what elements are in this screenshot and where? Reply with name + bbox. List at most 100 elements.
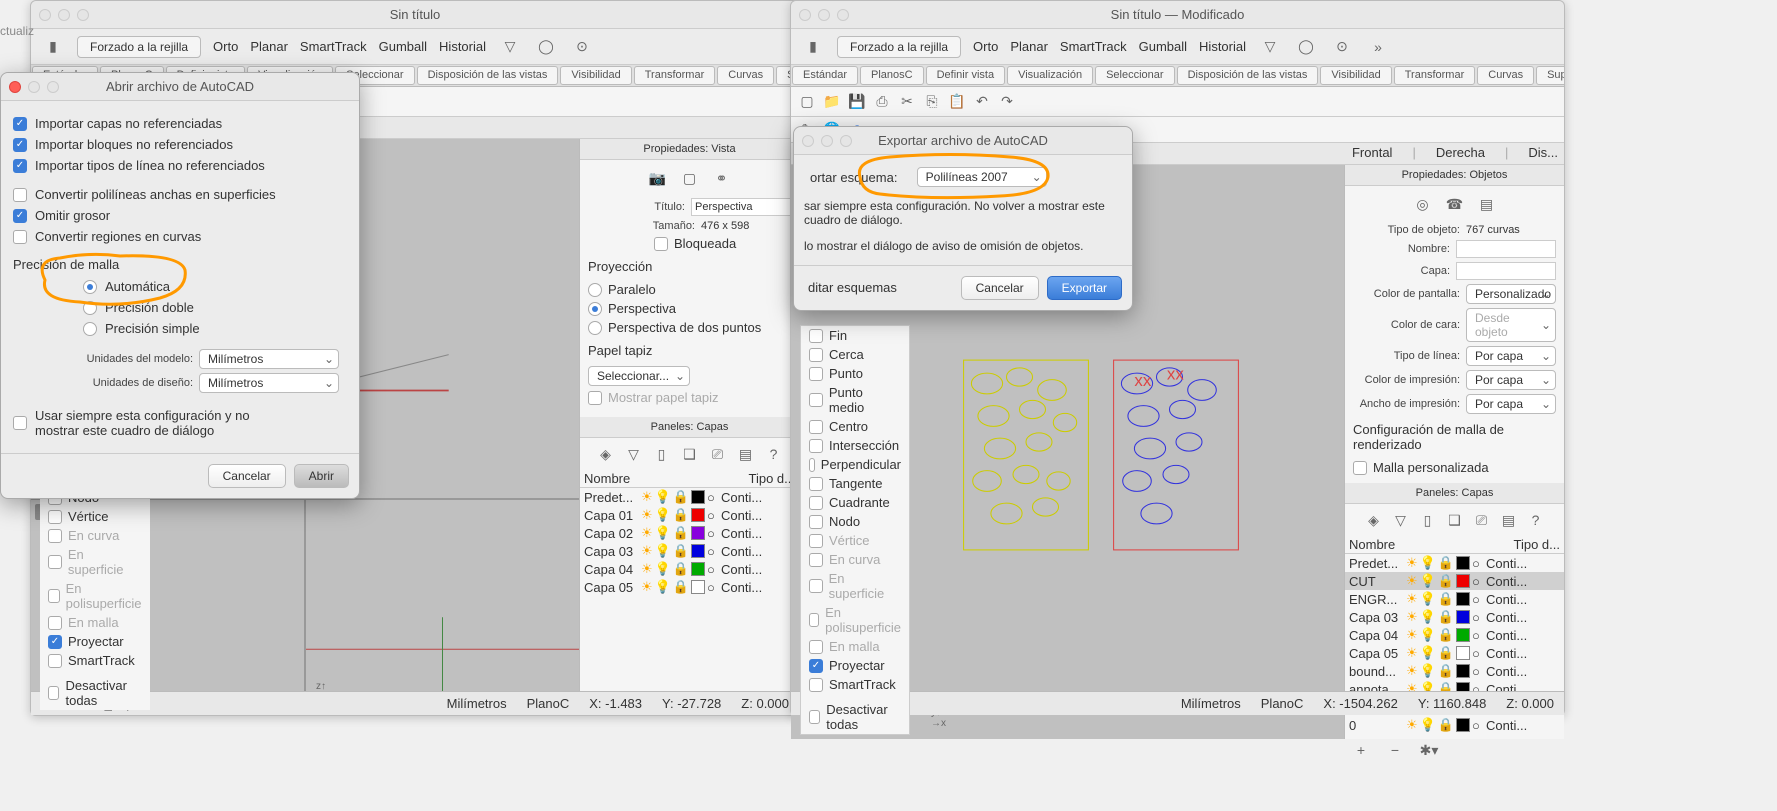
phone-icon[interactable]: ☎ xyxy=(1443,192,1467,216)
export-button[interactable]: Exportar xyxy=(1047,276,1122,300)
book-icon[interactable]: ▤ xyxy=(1497,508,1521,532)
osnap-check[interactable] xyxy=(809,329,823,343)
smarttrack-button[interactable]: SmartTrack xyxy=(300,39,367,54)
tab-layout[interactable]: Disposición de las vistas xyxy=(417,66,559,85)
design-units-select[interactable]: Milímetros xyxy=(199,373,339,393)
proj-radio-2[interactable] xyxy=(588,302,602,316)
layer-row[interactable]: Capa 05☀💡🔒○Conti... xyxy=(1345,644,1564,662)
new-icon[interactable]: ▢ xyxy=(795,90,819,114)
history-button[interactable]: Historial xyxy=(439,39,486,54)
filter-icon[interactable]: ▽ xyxy=(498,35,522,59)
cancel-button[interactable]: Cancelar xyxy=(208,464,286,488)
panel-icon[interactable]: ▮ xyxy=(41,35,65,59)
model-units-select[interactable]: Milímetros xyxy=(199,349,339,369)
layer-row[interactable]: ENGR...☀💡🔒○Conti... xyxy=(1345,590,1564,608)
title-input[interactable] xyxy=(691,198,791,216)
layer-input[interactable] xyxy=(1456,262,1556,280)
layer-icon[interactable]: ◈ xyxy=(594,442,618,466)
layer-row[interactable]: bound...☀💡🔒○Conti... xyxy=(1345,662,1564,680)
mesh-double[interactable] xyxy=(83,301,97,315)
device-icon[interactable]: ⎚ xyxy=(706,442,730,466)
import-opt-check[interactable]: ✓ xyxy=(13,209,27,223)
layer-row[interactable]: CUT☀💡🔒○Conti... xyxy=(1345,572,1564,590)
redo-icon[interactable]: ↷ xyxy=(995,90,1019,114)
page-icon[interactable]: ▯ xyxy=(1416,508,1440,532)
circle-icon[interactable]: ◯ xyxy=(1294,35,1318,59)
orto-button[interactable]: Orto xyxy=(213,39,238,54)
close-icon[interactable] xyxy=(9,81,21,93)
osnap-check[interactable] xyxy=(809,553,823,567)
open-button[interactable]: Abrir xyxy=(294,464,349,488)
max-icon[interactable] xyxy=(77,9,89,21)
filter-icon[interactable]: ▽ xyxy=(1258,35,1282,59)
link-icon[interactable]: ⚭ xyxy=(710,166,734,190)
import-opt-check[interactable]: ✓ xyxy=(13,117,27,131)
circle-icon[interactable]: ◎ xyxy=(1411,192,1435,216)
help-icon[interactable]: ? xyxy=(762,442,786,466)
lock-check[interactable] xyxy=(654,237,668,251)
save-icon[interactable]: 💾 xyxy=(845,90,869,114)
open-icon[interactable]: 📁 xyxy=(820,90,844,114)
mesh-simple[interactable] xyxy=(83,322,97,336)
layer-row[interactable]: Capa 04☀💡🔒○Conti... xyxy=(580,560,799,578)
osnap-check[interactable] xyxy=(809,439,823,453)
book-icon[interactable]: ▤ xyxy=(734,442,758,466)
snap-button[interactable]: Forzado a la rejilla xyxy=(837,36,961,58)
max-icon[interactable] xyxy=(837,9,849,21)
remove-icon[interactable]: − xyxy=(1383,738,1407,762)
planar-button[interactable]: Planar xyxy=(250,39,288,54)
osnap-check[interactable] xyxy=(809,477,823,491)
cancel-button[interactable]: Cancelar xyxy=(961,276,1039,300)
tab-transform[interactable]: Transformar xyxy=(634,66,716,85)
layer-icon[interactable]: ◈ xyxy=(1362,508,1386,532)
name-input[interactable] xyxy=(1456,240,1556,258)
close-icon[interactable] xyxy=(799,9,811,21)
gumball-button[interactable]: Gumball xyxy=(379,39,427,54)
tab-visibility[interactable]: Visibilidad xyxy=(560,66,631,85)
circle-icon[interactable]: ◯ xyxy=(534,35,558,59)
osnap-check[interactable]: ✓ xyxy=(809,659,823,673)
mesh-check[interactable] xyxy=(1353,461,1367,475)
osnap-check[interactable] xyxy=(809,458,815,472)
layer-row[interactable]: Capa 01☀💡🔒○Conti... xyxy=(580,506,799,524)
paste-icon[interactable]: 📋 xyxy=(945,90,969,114)
layer-row[interactable]: Predet...☀💡🔒○Conti... xyxy=(580,488,799,506)
undo-icon[interactable]: ↶ xyxy=(970,90,994,114)
layer-row[interactable]: Capa 03☀💡🔒○Conti... xyxy=(580,542,799,560)
mesh-auto[interactable] xyxy=(83,280,97,294)
copy-icon[interactable]: ⎘ xyxy=(920,90,944,114)
target-icon[interactable]: ⊙ xyxy=(570,35,594,59)
import-opt-check[interactable]: ✓ xyxy=(13,159,27,173)
osnap-check[interactable] xyxy=(809,640,823,654)
proj-radio-3[interactable] xyxy=(588,321,602,335)
panel-icon[interactable]: ▮ xyxy=(801,35,825,59)
osnap-check[interactable] xyxy=(809,678,823,692)
close-icon[interactable] xyxy=(39,9,51,21)
triangle-icon[interactable]: ▽ xyxy=(1389,508,1413,532)
osnap-check[interactable] xyxy=(809,579,823,593)
show-wall-check[interactable] xyxy=(588,391,602,405)
triangle-icon[interactable]: ▽ xyxy=(622,442,646,466)
help-icon[interactable]: ? xyxy=(1524,508,1548,532)
page-icon[interactable]: ▯ xyxy=(650,442,674,466)
osnap-check[interactable] xyxy=(809,496,823,510)
close-icon[interactable] xyxy=(802,135,814,147)
proj-radio-1[interactable] xyxy=(588,283,602,297)
snap-button[interactable]: Forzado a la rejilla xyxy=(77,36,201,58)
min-icon[interactable] xyxy=(58,9,70,21)
layer-row[interactable]: Predet...☀💡🔒○Conti... xyxy=(1345,554,1564,572)
more-icon[interactable]: » xyxy=(1366,35,1390,59)
layer-row[interactable]: 0☀💡🔒○Conti... xyxy=(1345,716,1564,734)
edit-schemas-link[interactable]: ditar esquemas xyxy=(804,276,901,300)
add-icon[interactable]: + xyxy=(1349,738,1373,762)
osnap-check[interactable] xyxy=(809,367,823,381)
schema-select[interactable]: Polilíneas 2007 xyxy=(917,167,1047,187)
cut-icon[interactable]: ✂ xyxy=(895,90,919,114)
layer-row[interactable]: Capa 05☀💡🔒○Conti... xyxy=(580,578,799,596)
always-check[interactable] xyxy=(13,416,27,430)
target-icon[interactable]: ⊙ xyxy=(1330,35,1354,59)
osnap-check[interactable] xyxy=(809,348,823,362)
text-icon[interactable]: ▤ xyxy=(1475,192,1499,216)
front-viewport[interactable]: z↑→x xyxy=(306,498,579,713)
wallpaper-select[interactable]: Seleccionar... xyxy=(588,366,690,386)
